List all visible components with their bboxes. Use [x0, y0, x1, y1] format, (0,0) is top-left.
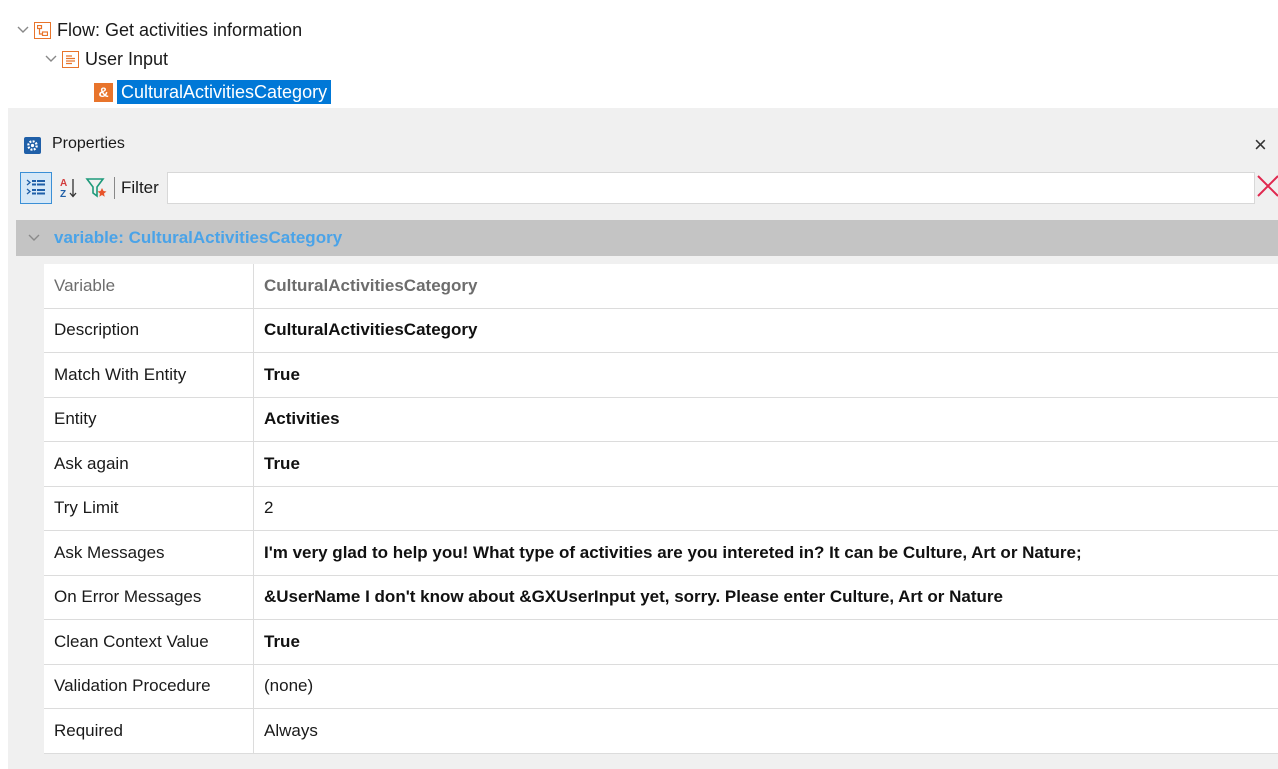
- property-value[interactable]: I'm very glad to help you! What type of …: [254, 531, 1278, 575]
- property-value[interactable]: True: [254, 442, 1278, 486]
- flow-tree: Flow: Get activities information User In…: [0, 0, 1278, 108]
- property-value[interactable]: CulturalActivitiesCategory: [254, 309, 1278, 353]
- property-row[interactable]: Ask Messages I'm very glad to help you! …: [44, 531, 1278, 576]
- property-row[interactable]: Validation Procedure (none): [44, 664, 1278, 709]
- property-name: Validation Procedure: [44, 664, 254, 708]
- property-name: Description: [44, 308, 254, 352]
- property-row[interactable]: Variable CulturalActivitiesCategory: [44, 264, 1278, 309]
- filter-input[interactable]: [166, 172, 1255, 204]
- chevron-down-icon[interactable]: [44, 52, 58, 66]
- tree-node-user-input[interactable]: User Input: [44, 46, 168, 72]
- filter-modified-icon[interactable]: [84, 172, 110, 204]
- property-value[interactable]: CulturalActivitiesCategory: [254, 264, 1278, 308]
- property-value[interactable]: True: [254, 620, 1278, 664]
- property-name: Entity: [44, 397, 254, 441]
- property-row[interactable]: Clean Context Value True: [44, 620, 1278, 665]
- property-name: Ask Messages: [44, 531, 254, 575]
- sort-alphabetical-icon[interactable]: A Z: [56, 172, 82, 204]
- properties-grid: Variable CulturalActivitiesCategory Desc…: [44, 264, 1278, 754]
- properties-panel: Properties × A Z Filter variable: Cultur…: [8, 108, 1278, 769]
- property-name: On Error Messages: [44, 575, 254, 619]
- property-name: Variable: [44, 264, 254, 308]
- property-name: Match With Entity: [44, 353, 254, 397]
- property-value[interactable]: Always: [254, 709, 1278, 753]
- property-value[interactable]: Activities: [254, 398, 1278, 442]
- tree-node-user-input-label: User Input: [85, 48, 169, 69]
- svg-text:Z: Z: [60, 189, 66, 200]
- chevron-down-icon[interactable]: [16, 23, 30, 37]
- gear-icon: [24, 137, 41, 154]
- property-row[interactable]: On Error Messages &UserName I don't know…: [44, 575, 1278, 620]
- property-row[interactable]: Try Limit 2: [44, 486, 1278, 531]
- property-name: Required: [44, 709, 254, 753]
- filter-label: Filter: [121, 178, 159, 197]
- properties-title-bar: Properties ×: [8, 128, 1278, 162]
- tree-node-flow[interactable]: Flow: Get activities information: [16, 17, 302, 43]
- flow-icon: [34, 21, 51, 39]
- clear-filter-icon[interactable]: [1254, 172, 1278, 200]
- property-value[interactable]: True: [254, 353, 1278, 397]
- toolbar-separator: [114, 177, 115, 199]
- user-input-icon: [62, 50, 79, 68]
- tree-node-flow-label: Flow: Get activities information: [57, 19, 303, 40]
- property-name: Ask again: [44, 442, 254, 486]
- property-name: Clean Context Value: [44, 620, 254, 664]
- variable-icon: &: [94, 82, 113, 102]
- property-value[interactable]: 2: [254, 487, 1278, 531]
- property-row[interactable]: Match With Entity True: [44, 353, 1278, 398]
- categorized-view-icon[interactable]: [20, 172, 52, 204]
- property-row[interactable]: Entity Activities: [44, 397, 1278, 442]
- property-value[interactable]: (none): [254, 665, 1278, 709]
- property-value[interactable]: &UserName I don't know about &GXUserInpu…: [254, 576, 1278, 620]
- chevron-down-icon[interactable]: [28, 234, 42, 242]
- section-title: variable: CulturalActivitiesCategory: [54, 228, 343, 247]
- properties-toolbar: A Z Filter: [16, 170, 1278, 206]
- property-row[interactable]: Required Always: [44, 709, 1278, 754]
- tree-node-variable[interactable]: & CulturalActivitiesCategory: [94, 79, 332, 105]
- section-header[interactable]: variable: CulturalActivitiesCategory: [16, 220, 1278, 256]
- close-icon[interactable]: ×: [1254, 132, 1267, 158]
- svg-text:A: A: [60, 178, 67, 189]
- tree-node-variable-label[interactable]: CulturalActivitiesCategory: [117, 80, 332, 104]
- property-name: Try Limit: [44, 486, 254, 530]
- property-row[interactable]: Ask again True: [44, 442, 1278, 487]
- properties-title: Properties: [52, 135, 125, 152]
- property-row[interactable]: Description CulturalActivitiesCategory: [44, 308, 1278, 353]
